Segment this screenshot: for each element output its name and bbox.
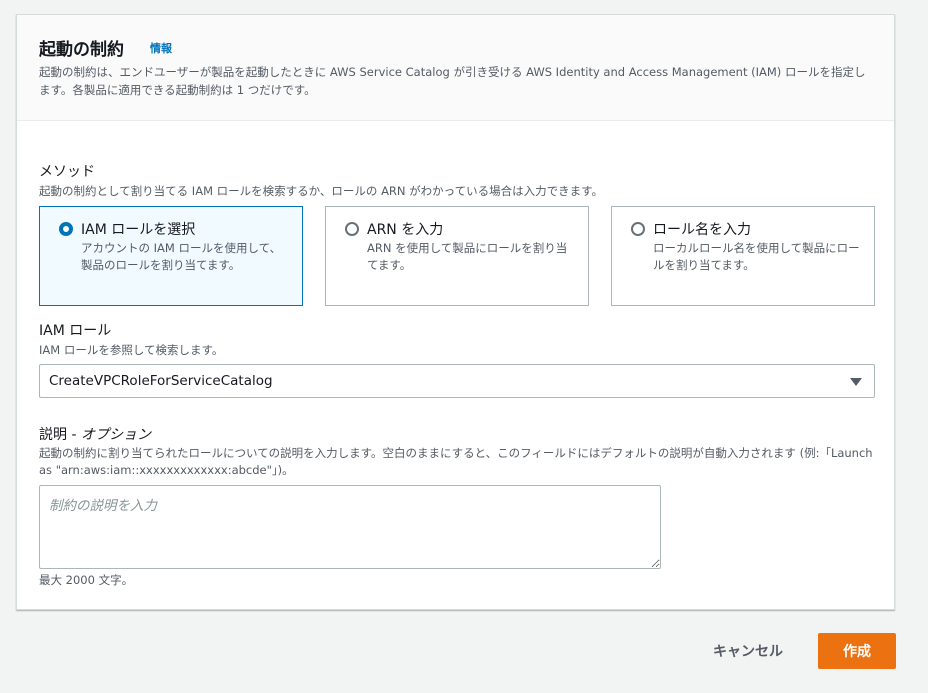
create-button[interactable]: 作成 <box>818 633 896 669</box>
radio-selected-icon[interactable] <box>59 222 73 236</box>
radio-unselected-icon[interactable] <box>631 222 645 236</box>
iam-role-description: IAM ロールを参照して検索します。 <box>39 343 224 357</box>
radio-unselected-icon[interactable] <box>345 222 359 236</box>
method-label: メソッド <box>39 164 95 180</box>
description-textarea[interactable] <box>39 485 661 569</box>
caret-down-icon <box>850 378 862 386</box>
method-option-description: ARN を使用して製品にロールを割り当てます。 <box>367 241 568 272</box>
method-option-title: ロール名を入力 <box>653 222 751 238</box>
method-option-arn[interactable]: ARN を入力 ARN を使用して製品にロールを割り当てます。 <box>325 206 589 306</box>
panel-header: 起動の制約 情報 起動の制約は、エンドユーザーが製品を起動したときに AWS S… <box>17 15 894 121</box>
method-option-title: ARN を入力 <box>367 222 444 238</box>
iam-role-select-value: CreateVPCRoleForServiceCatalog <box>49 373 273 389</box>
iam-role-select[interactable]: CreateVPCRoleForServiceCatalog <box>39 364 875 398</box>
method-option-description: アカウントの IAM ロールを使用して、製品のロールを割り当てます。 <box>81 241 282 272</box>
launch-constraint-panel: 起動の制約 情報 起動の制約は、エンドユーザーが製品を起動したときに AWS S… <box>16 14 895 610</box>
cancel-button[interactable]: キャンセル <box>694 633 802 669</box>
description-constraint: 最大 2000 文字。 <box>39 573 134 587</box>
description-label-main: 説明 - <box>39 427 81 443</box>
method-option-iam-role[interactable]: IAM ロールを選択 アカウントの IAM ロールを使用して、製品のロールを割り… <box>39 206 303 306</box>
method-option-role-name[interactable]: ロール名を入力 ローカルロール名を使用して製品にロールを割り当てます。 <box>611 206 875 306</box>
iam-role-label: IAM ロール <box>39 323 112 339</box>
method-description: 起動の制約として割り当てる IAM ロールを検索するか、ロールの ARN がわか… <box>39 184 603 198</box>
description-label-optional: オプション <box>80 427 151 443</box>
panel-title: 起動の制約 <box>39 40 124 60</box>
description-field-help: 起動の制約に割り当てられたロールについての説明を入力します。空白のままにすると、… <box>39 446 873 477</box>
method-option-description: ローカルロール名を使用して製品にロールを割り当てます。 <box>653 241 860 272</box>
method-option-title: IAM ロールを選択 <box>81 222 196 238</box>
panel-description: 起動の制約は、エンドユーザーが製品を起動したときに AWS Service Ca… <box>39 65 866 97</box>
description-label: 説明 - オプション <box>39 424 151 444</box>
info-link[interactable]: 情報 <box>150 40 172 56</box>
